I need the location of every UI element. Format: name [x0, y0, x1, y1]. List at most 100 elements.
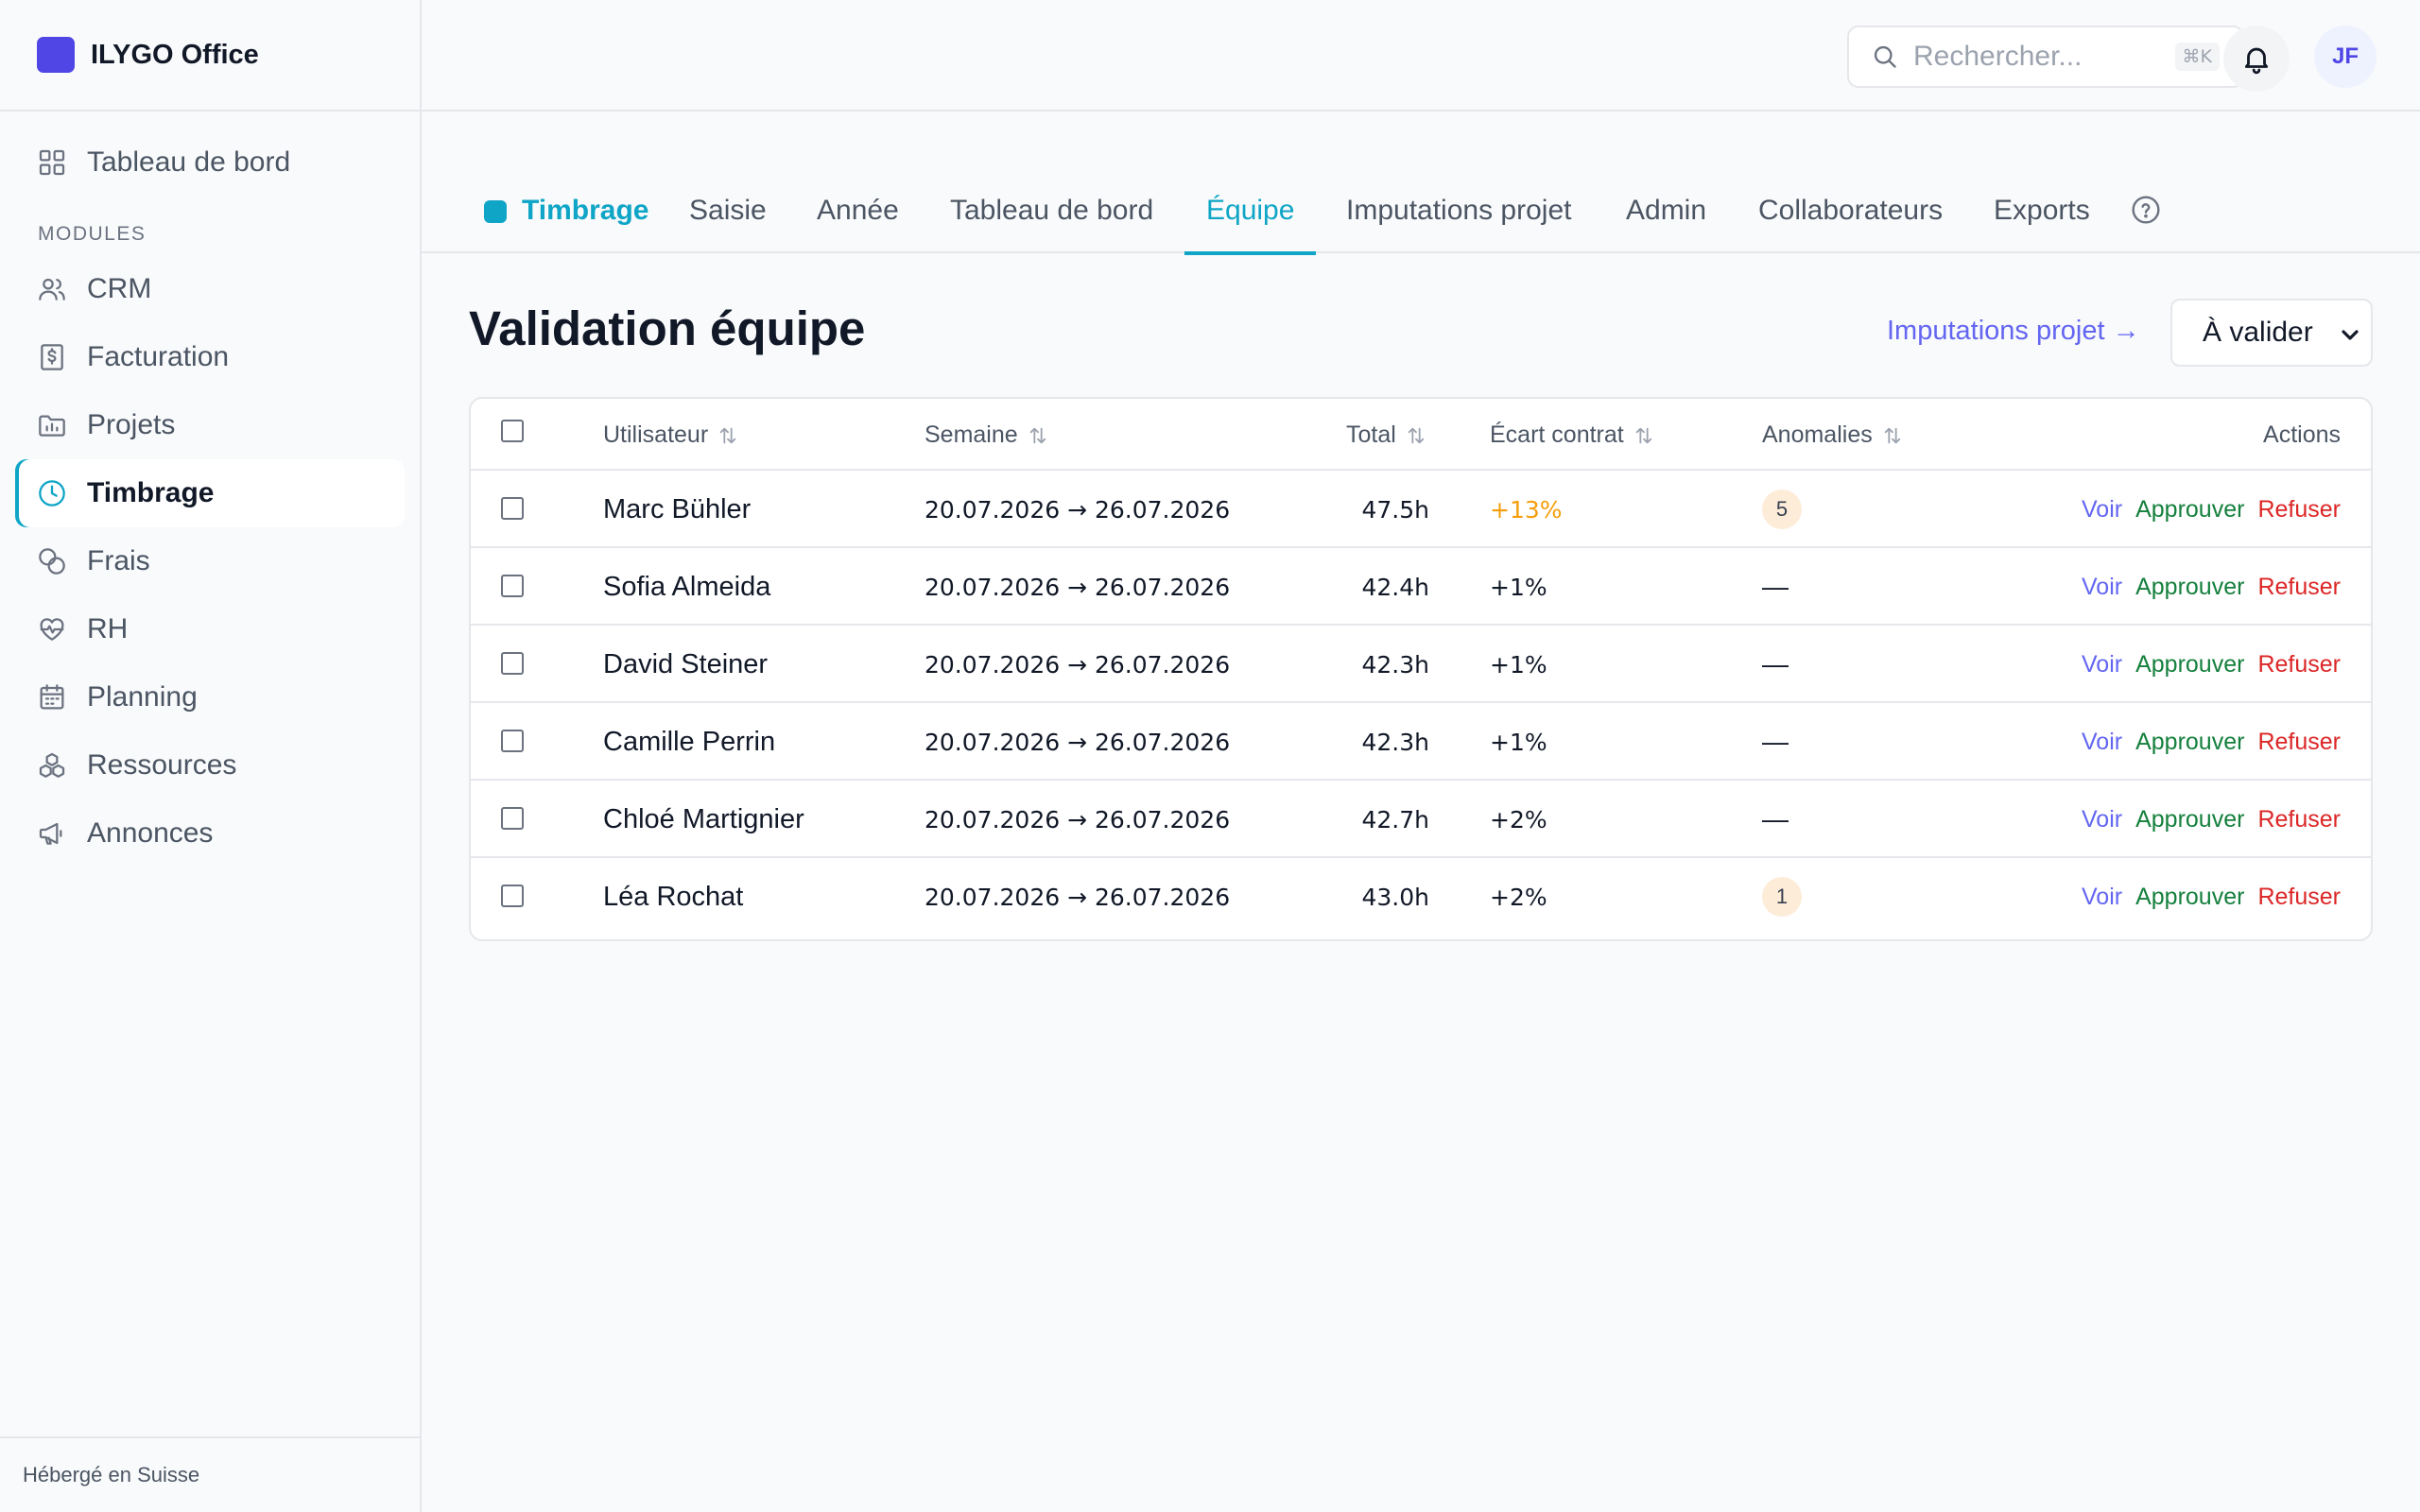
sidebar-item-frais[interactable]: Frais — [15, 527, 405, 595]
sidebar-item-label: Projets — [87, 409, 176, 440]
column-header-week[interactable]: Semaine — [925, 421, 1048, 449]
column-header-total[interactable]: Total — [1346, 421, 1426, 449]
approve-button[interactable]: Approuver — [2135, 496, 2244, 524]
sidebar-item-label: Ressources — [87, 749, 237, 781]
reject-button[interactable]: Refuser — [2257, 884, 2341, 911]
brand[interactable]: ILYGO Office — [0, 0, 420, 112]
notifications-button[interactable] — [2223, 26, 2290, 92]
row-actions: Voir Approuver Refuser — [2082, 548, 2341, 626]
search-box[interactable]: ⌘K — [1847, 26, 2244, 88]
total-hours: 47.5h — [1361, 495, 1429, 524]
boxes-icon — [39, 752, 65, 778]
module-color-dot — [484, 200, 507, 223]
contract-deviation: +2% — [1490, 805, 1547, 833]
column-header-actions: Actions — [2263, 421, 2341, 448]
sidebar-item-label: RH — [87, 613, 129, 644]
imputations-projet-link[interactable]: Imputations projet → — [1887, 316, 2140, 347]
table-row: Chloé Martignier 20.07.2026 → 26.07.2026… — [471, 781, 2371, 858]
tab-timbrage[interactable]: Timbrage — [484, 174, 649, 253]
tab-tableau-de-bord[interactable]: Tableau de bord — [950, 174, 1153, 253]
row-actions: Voir Approuver Refuser — [2082, 471, 2341, 548]
tab-imputations-projet[interactable]: Imputations projet — [1346, 174, 1571, 253]
select-all-checkbox[interactable] — [501, 420, 524, 442]
row-actions: Voir Approuver Refuser — [2082, 858, 2341, 936]
tab-saisie[interactable]: Saisie — [689, 174, 767, 253]
sort-icon — [717, 425, 738, 446]
sidebar-item-projets[interactable]: Projets — [15, 391, 405, 459]
approve-button[interactable]: Approuver — [2135, 884, 2244, 911]
search-shortcut: ⌘K — [2174, 43, 2220, 71]
row-actions: Voir Approuver Refuser — [2082, 781, 2341, 858]
total-hours: 42.4h — [1361, 573, 1429, 601]
invoice-icon — [41, 344, 63, 370]
clock-icon — [39, 480, 65, 507]
column-header-ecart[interactable]: Écart contrat — [1490, 421, 1654, 449]
table-row: Marc Bühler 20.07.2026 → 26.07.2026 47.5… — [471, 471, 2371, 548]
sort-icon — [1406, 425, 1426, 446]
view-button[interactable]: Voir — [2082, 651, 2122, 679]
users-icon — [39, 278, 65, 301]
approve-button[interactable]: Approuver — [2135, 574, 2244, 601]
sidebar-item-timbrage[interactable]: Timbrage — [15, 459, 405, 527]
page-title: Validation équipe — [469, 301, 866, 355]
sidebar-item-facturation[interactable]: Facturation — [15, 323, 405, 391]
anomalies-cell: — — [1762, 804, 1789, 833]
view-button[interactable]: Voir — [2082, 884, 2122, 911]
anomalies-cell: — — [1762, 572, 1789, 601]
column-label: Semaine — [925, 421, 1018, 448]
column-header-anomalies[interactable]: Anomalies — [1762, 421, 1903, 449]
modules-heading: MODULES — [38, 223, 147, 245]
view-button[interactable]: Voir — [2082, 574, 2122, 601]
brand-logo — [37, 37, 75, 73]
tab-equipe[interactable]: Équipe — [1184, 174, 1317, 255]
contract-deviation: +13% — [1490, 495, 1563, 524]
sidebar-item-dashboard[interactable]: Tableau de bord — [15, 129, 405, 197]
status-filter-select[interactable]: À valider — [2170, 299, 2373, 367]
status-filter-value: À valider — [2203, 317, 2313, 348]
reject-button[interactable]: Refuser — [2257, 729, 2341, 756]
view-button[interactable]: Voir — [2082, 729, 2122, 756]
bell-icon — [2244, 47, 2269, 75]
sidebar-footer: Hébergé en Suisse — [0, 1436, 420, 1512]
tab-collaborateurs[interactable]: Collaborateurs — [1758, 174, 1943, 253]
total-hours: 42.7h — [1361, 805, 1429, 833]
tab-admin[interactable]: Admin — [1626, 174, 1706, 253]
reject-button[interactable]: Refuser — [2257, 806, 2341, 833]
calendar-icon — [40, 684, 64, 710]
approve-button[interactable]: Approuver — [2135, 806, 2244, 833]
reject-button[interactable]: Refuser — [2257, 651, 2341, 679]
sidebar-item-planning[interactable]: Planning — [15, 663, 405, 731]
topbar: ⌘K JF — [422, 0, 2420, 112]
coins-icon — [39, 548, 65, 575]
anomalies-cell: — — [1762, 649, 1789, 679]
sidebar-item-rh[interactable]: RH — [15, 595, 405, 663]
sidebar-item-crm[interactable]: CRM — [15, 255, 405, 323]
total-hours: 43.0h — [1361, 883, 1429, 911]
sidebar-item-label: Annonces — [87, 817, 214, 849]
avatar[interactable]: JF — [2314, 26, 2377, 88]
anomalies-badge[interactable]: 1 — [1762, 877, 1802, 917]
column-header-user[interactable]: Utilisateur — [603, 421, 738, 449]
tab-annee[interactable]: Année — [817, 174, 899, 253]
sidebar-item-annonces[interactable]: Annonces — [15, 799, 405, 868]
approve-button[interactable]: Approuver — [2135, 651, 2244, 679]
anomalies-cell: 1 — [1762, 858, 1802, 936]
tab-exports[interactable]: Exports — [1994, 174, 2090, 253]
contract-deviation: +1% — [1490, 573, 1547, 601]
reject-button[interactable]: Refuser — [2257, 574, 2341, 601]
anomalies-cell: — — [1762, 727, 1789, 756]
anomalies-badge[interactable]: 5 — [1762, 490, 1802, 529]
sort-icon — [1028, 425, 1048, 446]
reject-button[interactable]: Refuser — [2257, 496, 2341, 524]
row-actions: Voir Approuver Refuser — [2082, 626, 2341, 703]
table-row: David Steiner 20.07.2026 → 26.07.2026 42… — [471, 626, 2371, 703]
search-input[interactable] — [1913, 41, 2121, 73]
approve-button[interactable]: Approuver — [2135, 729, 2244, 756]
view-button[interactable]: Voir — [2082, 496, 2122, 524]
table-row: Sofia Almeida 20.07.2026 → 26.07.2026 42… — [471, 548, 2371, 626]
folder-icon — [39, 415, 65, 437]
view-button[interactable]: Voir — [2082, 806, 2122, 833]
sidebar: ILYGO Office Tableau de bord MODULES CRM… — [0, 0, 422, 1512]
help-icon[interactable] — [2131, 195, 2161, 225]
sidebar-item-ressources[interactable]: Ressources — [15, 731, 405, 799]
